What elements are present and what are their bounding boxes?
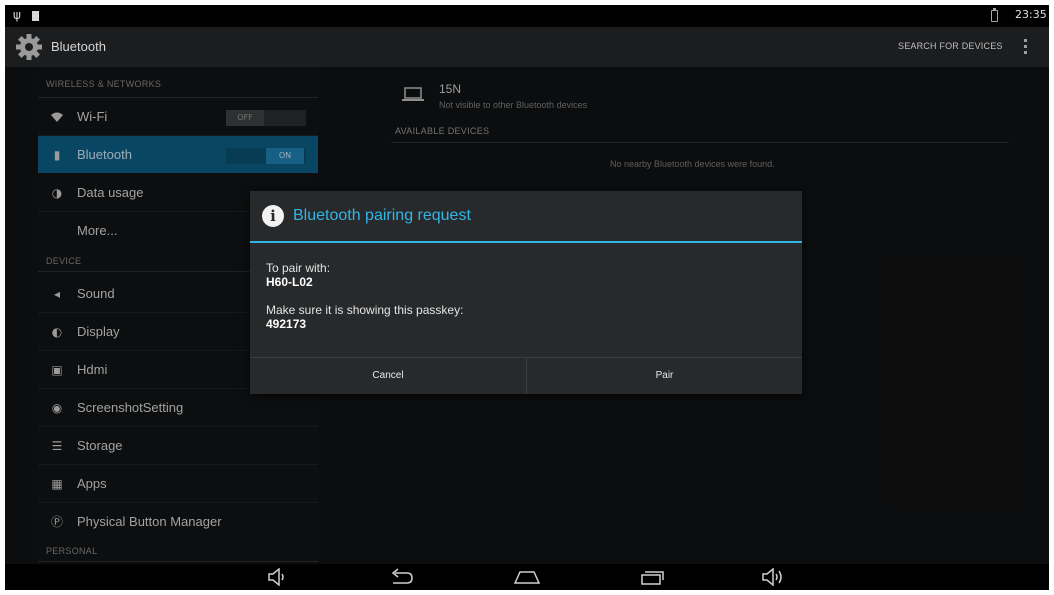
notification-icon [32,11,39,21]
page-title: Bluetooth [51,39,106,54]
volume-down-icon[interactable] [267,568,287,586]
navigation-bar [5,564,1049,590]
cancel-button[interactable]: Cancel [250,358,526,394]
recents-icon[interactable] [639,568,665,586]
back-icon[interactable] [389,568,415,586]
dialog-title: Bluetooth pairing request [293,207,471,224]
info-icon: i [262,205,284,227]
dialog-body: To pair with: H60-L02 Make sure it is sh… [266,261,786,331]
pair-with-label: To pair with: [266,261,331,275]
pair-device-name: H60-L02 [266,275,313,289]
pairing-dialog: i Bluetooth pairing request To pair with… [250,191,802,394]
passkey-value: 492173 [266,317,307,331]
status-time: 23:35 [1015,8,1047,21]
dialog-title-bar: i Bluetooth pairing request [250,191,802,241]
battery-icon [991,8,998,22]
passkey-label: Make sure it is showing this passkey: [266,303,464,317]
status-bar: ψ 23:35 [5,5,1049,27]
android-screen: ψ 23:35 Bluetooth SEARCH FOR DEVICES WIR… [5,5,1049,590]
pair-button[interactable]: Pair [526,358,802,394]
settings-gear-icon[interactable] [15,33,43,61]
usb-icon: ψ [13,8,21,22]
home-icon[interactable] [512,568,542,586]
volume-up-icon[interactable] [761,568,787,586]
overflow-menu-icon[interactable] [1022,37,1028,57]
search-for-devices-button[interactable]: SEARCH FOR DEVICES [898,41,1003,51]
action-bar: Bluetooth SEARCH FOR DEVICES [5,27,1049,67]
